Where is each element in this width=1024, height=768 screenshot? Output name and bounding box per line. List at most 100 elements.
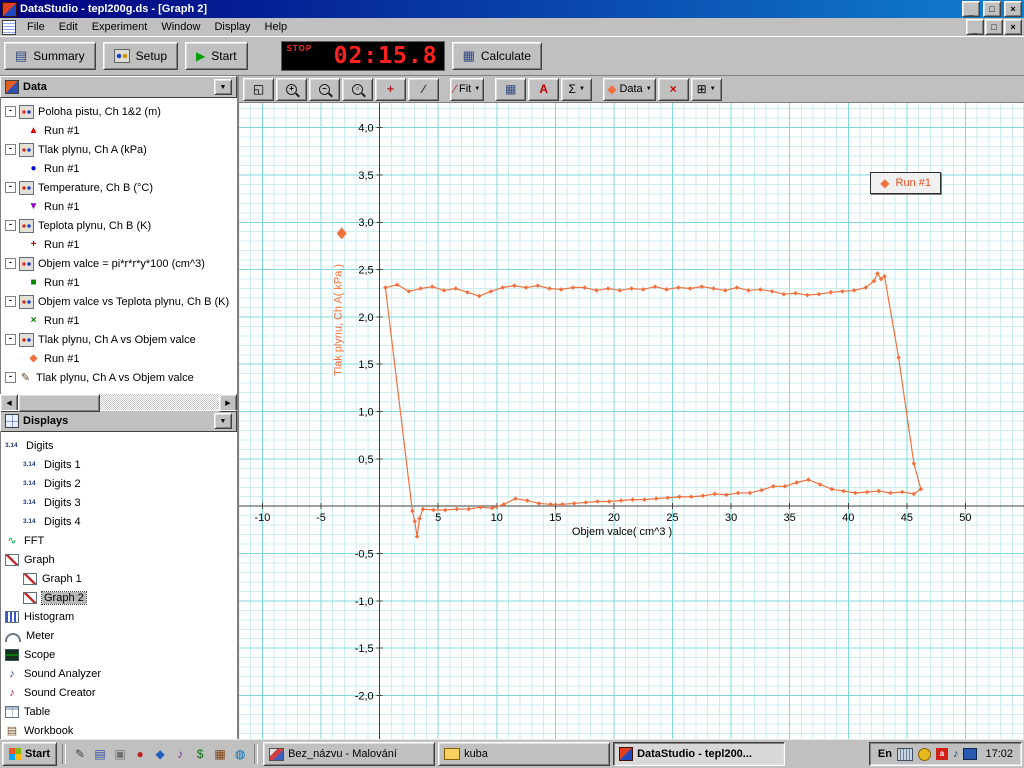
quick-launch-document-icon[interactable]: ▤ [91,745,109,763]
fit-dropdown[interactable]: ∕ Fit ▼ [450,77,485,101]
x-axis-tick-label[interactable]: 20 [608,512,620,524]
x-axis-tick-label[interactable]: 35 [784,512,796,524]
delete-button[interactable]: × [657,77,689,101]
quick-launch-record-icon[interactable]: ● [131,745,149,763]
data-panel-header[interactable]: Data ▼ [0,76,237,98]
quick-launch-window-icon[interactable]: ▣ [111,745,129,763]
data-panel-dropdown-arrow[interactable]: ▼ [214,79,232,95]
smart-tool-button[interactable]: + [375,77,406,101]
y-axis-tick-label[interactable]: 2,0 [358,312,373,324]
setup-button[interactable]: Setup [102,42,178,70]
y-axis-tick-label[interactable]: 3,5 [358,170,373,182]
mdi-restore-button[interactable]: □ [985,19,1003,35]
menu-help[interactable]: Help [258,20,295,34]
collapse-box-icon[interactable]: - [5,372,16,383]
data-source-item[interactable]: - ✎ Tlak plynu, Ch A vs Objem valce [1,368,237,387]
minimize-button[interactable]: _ [962,1,980,17]
menu-file[interactable]: File [20,20,52,34]
y-axis-tick-label[interactable]: 1,5 [358,359,373,371]
task-button-folder[interactable]: kuba [438,742,611,766]
scrollbar-thumb[interactable] [18,394,100,412]
display-item-digits-1[interactable]: 3.14 Digits 1 [1,455,237,474]
zoom-select-button[interactable]: ▫ [342,77,373,101]
data-run-item[interactable]: × Run #1 [1,311,237,330]
data-source-item[interactable]: - Objem valce vs Teplota plynu, Ch B (K) [1,292,237,311]
data-run-item[interactable]: ● Run #1 [1,159,237,178]
quick-launch-globe-icon[interactable]: ◍ [231,745,249,763]
y-axis-tick-label[interactable]: 1,0 [358,407,373,419]
graph-settings-dropdown[interactable]: ⊞ ▼ [690,77,722,101]
scale-to-fit-button[interactable]: ◱ [243,77,274,101]
data-run-item[interactable]: ▼ Run #1 [1,197,237,216]
display-item-meter[interactable]: Meter [1,626,237,645]
x-axis-tick-label[interactable]: 5 [435,512,441,524]
legend[interactable]: ◆ Run #1 [870,172,941,194]
data-run-item[interactable]: ◆ Run #1 [1,349,237,368]
y-axis-tick-label[interactable]: 4,0 [358,123,373,135]
slope-tool-button[interactable]: ∕ [408,77,439,101]
zoom-out-button[interactable]: − [309,77,340,101]
text-annotation-button[interactable]: A [528,77,560,101]
display-item-graph-1[interactable]: Graph 1 [1,569,237,588]
quick-launch-grid-icon[interactable]: ▦ [211,745,229,763]
graph-window-icon[interactable] [2,19,16,35]
restore-button[interactable]: □ [983,1,1001,17]
display-settings-icon[interactable] [963,748,978,760]
displays-panel-header[interactable]: Displays ▼ [0,410,237,432]
data-source-item[interactable]: - Objem valce = pi*r*r*y*100 (cm^3) [1,254,237,273]
mdi-minimize-button[interactable]: _ [966,19,984,35]
data-source-item[interactable]: - Poloha pistu, Ch 1&2 (m) [1,102,237,121]
collapse-box-icon[interactable]: - [5,220,16,231]
scrollbar-track[interactable] [18,394,219,412]
summary-button[interactable]: ▤ Summary [4,42,96,70]
display-item-table[interactable]: Table [1,702,237,721]
y-axis-tick-label[interactable]: -1,0 [355,596,374,608]
quick-launch-pen-icon[interactable]: ✎ [71,745,89,763]
keyboard-language-indicator[interactable]: En [878,748,892,760]
data-source-item[interactable]: - Teplota plynu, Ch B (K) [1,216,237,235]
mdi-close-button[interactable]: × [1004,19,1022,35]
graph-plot[interactable]: -10 -5 5 10 15 20 25 30 35 40 45 50 4,0 3,5 3,0 2,5 2,0 1… [239,103,1024,740]
task-button-datastudio[interactable]: DataStudio - tepl200... [613,742,786,766]
quick-launch-diamond-icon[interactable]: ◆ [151,745,169,763]
menu-window[interactable]: Window [154,20,207,34]
x-axis-tick-label[interactable]: 50 [959,512,971,524]
collapse-box-icon[interactable]: - [5,334,16,345]
menu-experiment[interactable]: Experiment [85,20,155,34]
menu-edit[interactable]: Edit [52,20,85,34]
x-axis-title[interactable]: Objem valce( cm^3 ) [572,526,672,538]
data-run-item[interactable]: + Run #1 [1,235,237,254]
x-axis-tick-label[interactable]: 45 [901,512,913,524]
x-axis-tick-label[interactable]: 30 [725,512,737,524]
display-item-workbook[interactable]: ▤ Workbook [1,721,237,740]
display-item-graph-2[interactable]: Graph 2 [1,588,237,607]
display-item-sound-creator[interactable]: ♪ Sound Creator [1,683,237,702]
display-item-digits-2[interactable]: 3.14 Digits 2 [1,474,237,493]
display-item-fft[interactable]: ∿ FFT [1,531,237,550]
collapse-box-icon[interactable]: - [5,258,16,269]
zoom-in-button[interactable]: + [276,77,307,101]
keyboard-layout-icon[interactable] [896,747,913,761]
display-item-graph[interactable]: Graph [1,550,237,569]
data-source-item[interactable]: - Temperature, Ch B (°C) [1,178,237,197]
y-axis-tick-label[interactable]: 0,5 [358,454,373,466]
x-axis-tick-label[interactable]: 15 [549,512,561,524]
y-axis-tick-label[interactable]: -1,5 [355,643,374,655]
display-item-sound-analyzer[interactable]: ♪ Sound Analyzer [1,664,237,683]
statistics-dropdown[interactable]: Σ ▼ [561,77,593,101]
y-axis-title[interactable]: Tlak plynu, Ch A( kPa ) [333,264,345,376]
taskbar-start-button[interactable]: Start [2,742,58,766]
display-item-histogram[interactable]: Histogram [1,607,237,626]
y-axis-tick-label[interactable]: 3,0 [358,217,373,229]
y-axis-tick-label[interactable]: -2,0 [355,691,374,703]
data-run-item[interactable]: ▲ Run #1 [1,121,237,140]
data-source-item[interactable]: - Tlak plynu, Ch A (kPa) [1,140,237,159]
volume-icon[interactable]: ♪ [953,748,959,760]
x-axis-tick-label[interactable]: -10 [255,512,271,524]
menu-display[interactable]: Display [207,20,257,34]
quick-launch-media-icon[interactable]: ♪ [171,745,189,763]
start-button[interactable]: ▶ Start [185,42,248,70]
data-source-item[interactable]: - Tlak plynu, Ch A vs Objem valce [1,330,237,349]
collapse-box-icon[interactable]: - [5,106,16,117]
calculate-button[interactable]: ▦ Calculate [451,42,542,70]
